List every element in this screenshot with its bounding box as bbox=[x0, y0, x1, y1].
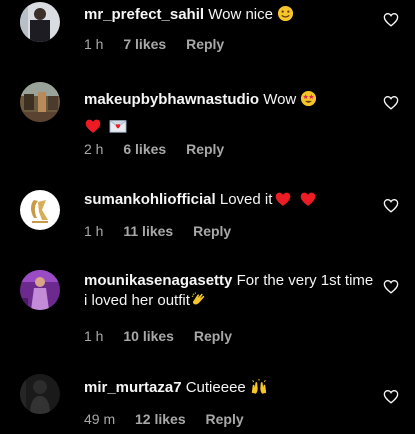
comment-username[interactable]: mounikasenagasetty bbox=[84, 272, 232, 289]
raising-hands-emoji-icon bbox=[250, 378, 268, 401]
heart-outline-icon[interactable] bbox=[383, 12, 399, 27]
comment-username[interactable]: mir_murtaza7 bbox=[84, 379, 182, 396]
comment-text: mr_prefect_sahil Wow nice bbox=[84, 5, 375, 28]
comment-text: mir_murtaza7 Cutieeee bbox=[84, 378, 375, 401]
comment-username[interactable]: mr_prefect_sahil bbox=[84, 6, 204, 23]
reply-button[interactable]: Reply bbox=[193, 223, 231, 239]
smiling-face-emoji-icon bbox=[277, 5, 294, 28]
clapping-hands-emoji-icon bbox=[190, 291, 207, 314]
avatar[interactable] bbox=[20, 374, 60, 414]
heart-outline-icon[interactable] bbox=[383, 389, 399, 404]
comment-username[interactable]: makeupbybhawnastudio bbox=[84, 91, 259, 108]
comment-body: Loved it bbox=[219, 191, 273, 208]
heart-outline-icon[interactable] bbox=[383, 279, 399, 294]
comment-time: 1 h bbox=[84, 328, 104, 344]
comment-username[interactable]: sumankohliofficial bbox=[84, 191, 216, 208]
heart-outline-icon[interactable] bbox=[383, 95, 399, 110]
comment-likes[interactable]: 7 likes bbox=[123, 36, 166, 52]
heart-outline-icon[interactable] bbox=[383, 198, 399, 213]
comment-item: mr_prefect_sahil Wow nice 1 h 7 likes Re… bbox=[0, 0, 415, 70]
reply-button[interactable]: Reply bbox=[186, 36, 224, 52]
comment-time: 1 h bbox=[84, 36, 104, 52]
comment-body: Wow bbox=[263, 91, 297, 108]
red-heart-emoji-icon bbox=[299, 191, 317, 213]
comment-item: mir_murtaza7 Cutieeee 49 m 12 likes Repl… bbox=[0, 350, 415, 434]
avatar[interactable] bbox=[20, 2, 60, 42]
comment-text: makeupbybhawnastudio Wow bbox=[84, 88, 375, 142]
comment-text: mounikasenagasetty For the very 1st time… bbox=[84, 271, 375, 314]
comment-time: 49 m bbox=[84, 411, 116, 427]
avatar[interactable] bbox=[20, 190, 60, 230]
avatar[interactable] bbox=[20, 82, 60, 122]
comment-time: 1 h bbox=[84, 223, 104, 239]
comment-item: mounikasenagasetty For the very 1st time… bbox=[0, 250, 415, 350]
comment-time: 2 h bbox=[84, 141, 104, 157]
reply-button[interactable]: Reply bbox=[186, 141, 224, 157]
comment-body: Wow nice bbox=[208, 6, 273, 23]
comment-body: Cutieeee bbox=[185, 379, 246, 396]
comment-item: makeupbybhawnastudio Wow 2 h 6 likes Rep… bbox=[0, 70, 415, 170]
love-letter-emoji-icon bbox=[109, 118, 127, 142]
star-struck-emoji-icon bbox=[300, 90, 317, 115]
avatar[interactable] bbox=[20, 270, 60, 310]
comment-likes[interactable]: 10 likes bbox=[123, 328, 174, 344]
comment-likes[interactable]: 6 likes bbox=[123, 141, 166, 157]
red-heart-emoji-icon bbox=[274, 191, 292, 213]
red-heart-emoji-icon bbox=[84, 118, 102, 142]
comment-likes[interactable]: 12 likes bbox=[135, 411, 186, 427]
comment-text: sumankohliofficial Loved it bbox=[84, 190, 375, 213]
reply-button[interactable]: Reply bbox=[194, 328, 232, 344]
reply-button[interactable]: Reply bbox=[206, 411, 244, 427]
comment-likes[interactable]: 11 likes bbox=[123, 223, 173, 239]
comment-item: sumankohliofficial Loved it 1 h 11 likes… bbox=[0, 170, 415, 250]
